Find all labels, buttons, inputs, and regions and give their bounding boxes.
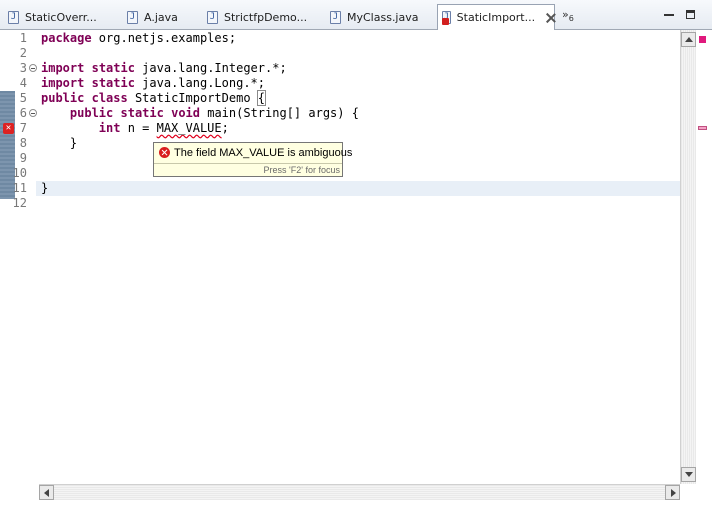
code-editor[interactable]: 1 package org.netjs.examples; 2 3 import…	[0, 30, 712, 506]
tab-label: A.java	[144, 10, 178, 24]
tab-label: StaticOverr...	[25, 10, 97, 24]
close-tab-icon[interactable]	[545, 12, 554, 24]
line-number: 10	[12, 166, 27, 180]
line-code: public class StaticImportDemo {	[41, 90, 267, 106]
overflow-chevron-icon: »	[562, 8, 569, 21]
maximize-icon[interactable]	[686, 10, 695, 19]
line-number: 9	[19, 151, 27, 165]
overflow-count: 6	[568, 14, 574, 24]
tab-myclass-java[interactable]: J MyClass.java	[330, 5, 418, 29]
java-file-icon: J	[330, 10, 341, 24]
line-number: 2	[19, 46, 27, 60]
tab-strictfp-demo[interactable]: J StrictfpDemo...	[207, 5, 307, 29]
tab-label: StrictfpDemo...	[224, 10, 308, 24]
line-number: 4	[19, 76, 27, 90]
error-icon	[159, 147, 170, 158]
java-file-error-icon: J	[442, 11, 451, 25]
arrow-right-icon	[671, 489, 676, 497]
line-number: 1	[19, 31, 27, 45]
line-number: 6	[19, 106, 27, 120]
tab-static-import[interactable]: J StaticImport...	[437, 4, 555, 30]
arrow-down-icon	[685, 472, 693, 477]
tab-label: MyClass.java	[347, 10, 419, 24]
code-line: 12	[0, 196, 680, 211]
line-code: }	[41, 181, 49, 195]
scroll-left-button[interactable]	[39, 485, 54, 500]
code-line: 6 public static void main(String[] args)…	[0, 106, 680, 121]
line-number: 5	[19, 91, 27, 105]
fold-toggle-icon[interactable]	[29, 64, 37, 72]
line-number: 8	[19, 136, 27, 150]
line-code: public static void main(String[] args) {	[69, 106, 359, 120]
tooltip-message: The field MAX_VALUE is ambiguous	[174, 147, 353, 159]
error-annotation-marker[interactable]	[698, 126, 707, 130]
code-line: 5 public class StaticImportDemo {	[0, 90, 680, 106]
code-line: 4 import static java.lang.Long.*;	[0, 76, 680, 91]
tab-label: StaticImport...	[456, 11, 536, 24]
code-line: 3 import static java.lang.Integer.*;	[0, 61, 680, 76]
line-code: package org.netjs.examples;	[41, 31, 237, 45]
editor-tab-bar: J StaticOverr... J A.java J StrictfpDemo…	[0, 0, 712, 30]
code-line: 1 package org.netjs.examples;	[0, 31, 680, 46]
tab-a-java[interactable]: J A.java	[127, 5, 178, 29]
line-code: int n = MAX_VALUE;	[98, 121, 229, 135]
arrow-up-icon	[685, 37, 693, 42]
tab-overflow-button[interactable]: »6	[562, 8, 574, 23]
line-number: 3	[19, 61, 27, 75]
line-number: 7	[19, 121, 27, 135]
vertical-scrollbar[interactable]	[680, 30, 696, 484]
line-code: }	[41, 136, 78, 150]
code-line: 2	[0, 46, 680, 61]
line-code: import static java.lang.Integer.*;	[41, 61, 287, 75]
tooltip-hint: Press 'F2' for focus	[263, 165, 340, 175]
fold-toggle-icon[interactable]	[29, 109, 37, 117]
tab-static-overr[interactable]: J StaticOverr...	[8, 5, 97, 29]
minimize-icon[interactable]	[664, 14, 674, 16]
scroll-up-button[interactable]	[681, 32, 696, 47]
java-file-icon: J	[207, 10, 218, 24]
line-code: import static java.lang.Long.*;	[41, 76, 265, 90]
java-file-icon: J	[127, 10, 138, 24]
scroll-right-button[interactable]	[665, 485, 680, 500]
error-summary-icon[interactable]	[699, 36, 706, 43]
java-file-icon: J	[8, 10, 19, 24]
code-line: ✕ 7 int n = MAX_VALUE;	[0, 121, 680, 136]
overview-ruler[interactable]	[696, 30, 712, 506]
code-line: 11 }	[0, 181, 680, 196]
error-hover-tooltip[interactable]: The field MAX_VALUE is ambiguous Press '…	[153, 142, 352, 177]
scroll-down-button[interactable]	[681, 467, 696, 482]
line-number: 11	[12, 181, 27, 195]
horizontal-scrollbar[interactable]	[39, 484, 680, 500]
line-number: 12	[12, 196, 27, 210]
arrow-left-icon	[44, 489, 49, 497]
tooltip-divider	[154, 163, 342, 164]
